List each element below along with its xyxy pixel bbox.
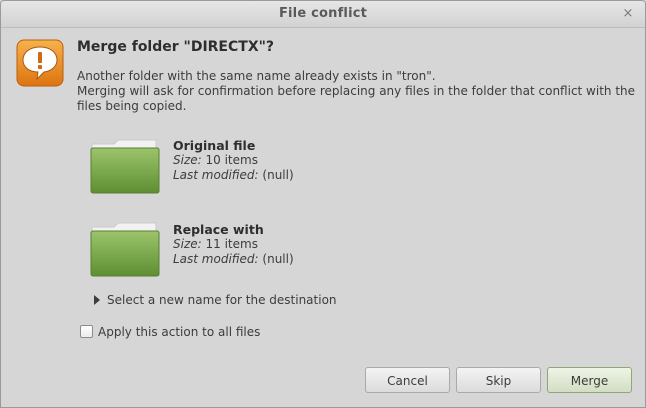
original-last-modified: Last modified: (null) <box>173 168 294 182</box>
merge-button[interactable]: Merge <box>547 367 632 393</box>
window-title: File conflict <box>278 6 368 21</box>
replacement-size: Size: 11 items <box>173 237 258 251</box>
expander-arrow-icon <box>94 294 100 305</box>
dialog-heading: Merge folder "DIRECTX"? <box>77 39 275 55</box>
apply-to-all-checkbox[interactable] <box>80 325 93 338</box>
dialog-message-line2: Merging will ask for confirmation before… <box>77 84 636 113</box>
original-size: Size: 10 items <box>173 153 258 167</box>
file-conflict-dialog: File conflict × Merge folder "DIRECTX"? … <box>0 0 646 408</box>
folder-icon <box>90 139 160 194</box>
titlebar[interactable]: File conflict × <box>1 1 645 28</box>
apply-to-all-label: Apply this action to all files <box>98 325 261 339</box>
replacement-last-modified: Last modified: (null) <box>173 252 294 266</box>
rename-expander[interactable]: Select a new name for the destination <box>94 293 337 307</box>
cancel-button[interactable]: Cancel <box>365 367 450 393</box>
replace-with-title: Replace with <box>173 222 264 237</box>
dialog-message-line1: Another folder with the same name alread… <box>77 69 436 83</box>
close-icon[interactable]: × <box>621 7 635 21</box>
folder-icon <box>90 222 160 277</box>
original-file-title: Original file <box>173 138 256 153</box>
apply-to-all-row[interactable]: Apply this action to all files <box>80 325 260 339</box>
expander-label: Select a new name for the destination <box>107 293 337 307</box>
skip-button[interactable]: Skip <box>456 367 541 393</box>
warning-icon <box>16 39 64 87</box>
